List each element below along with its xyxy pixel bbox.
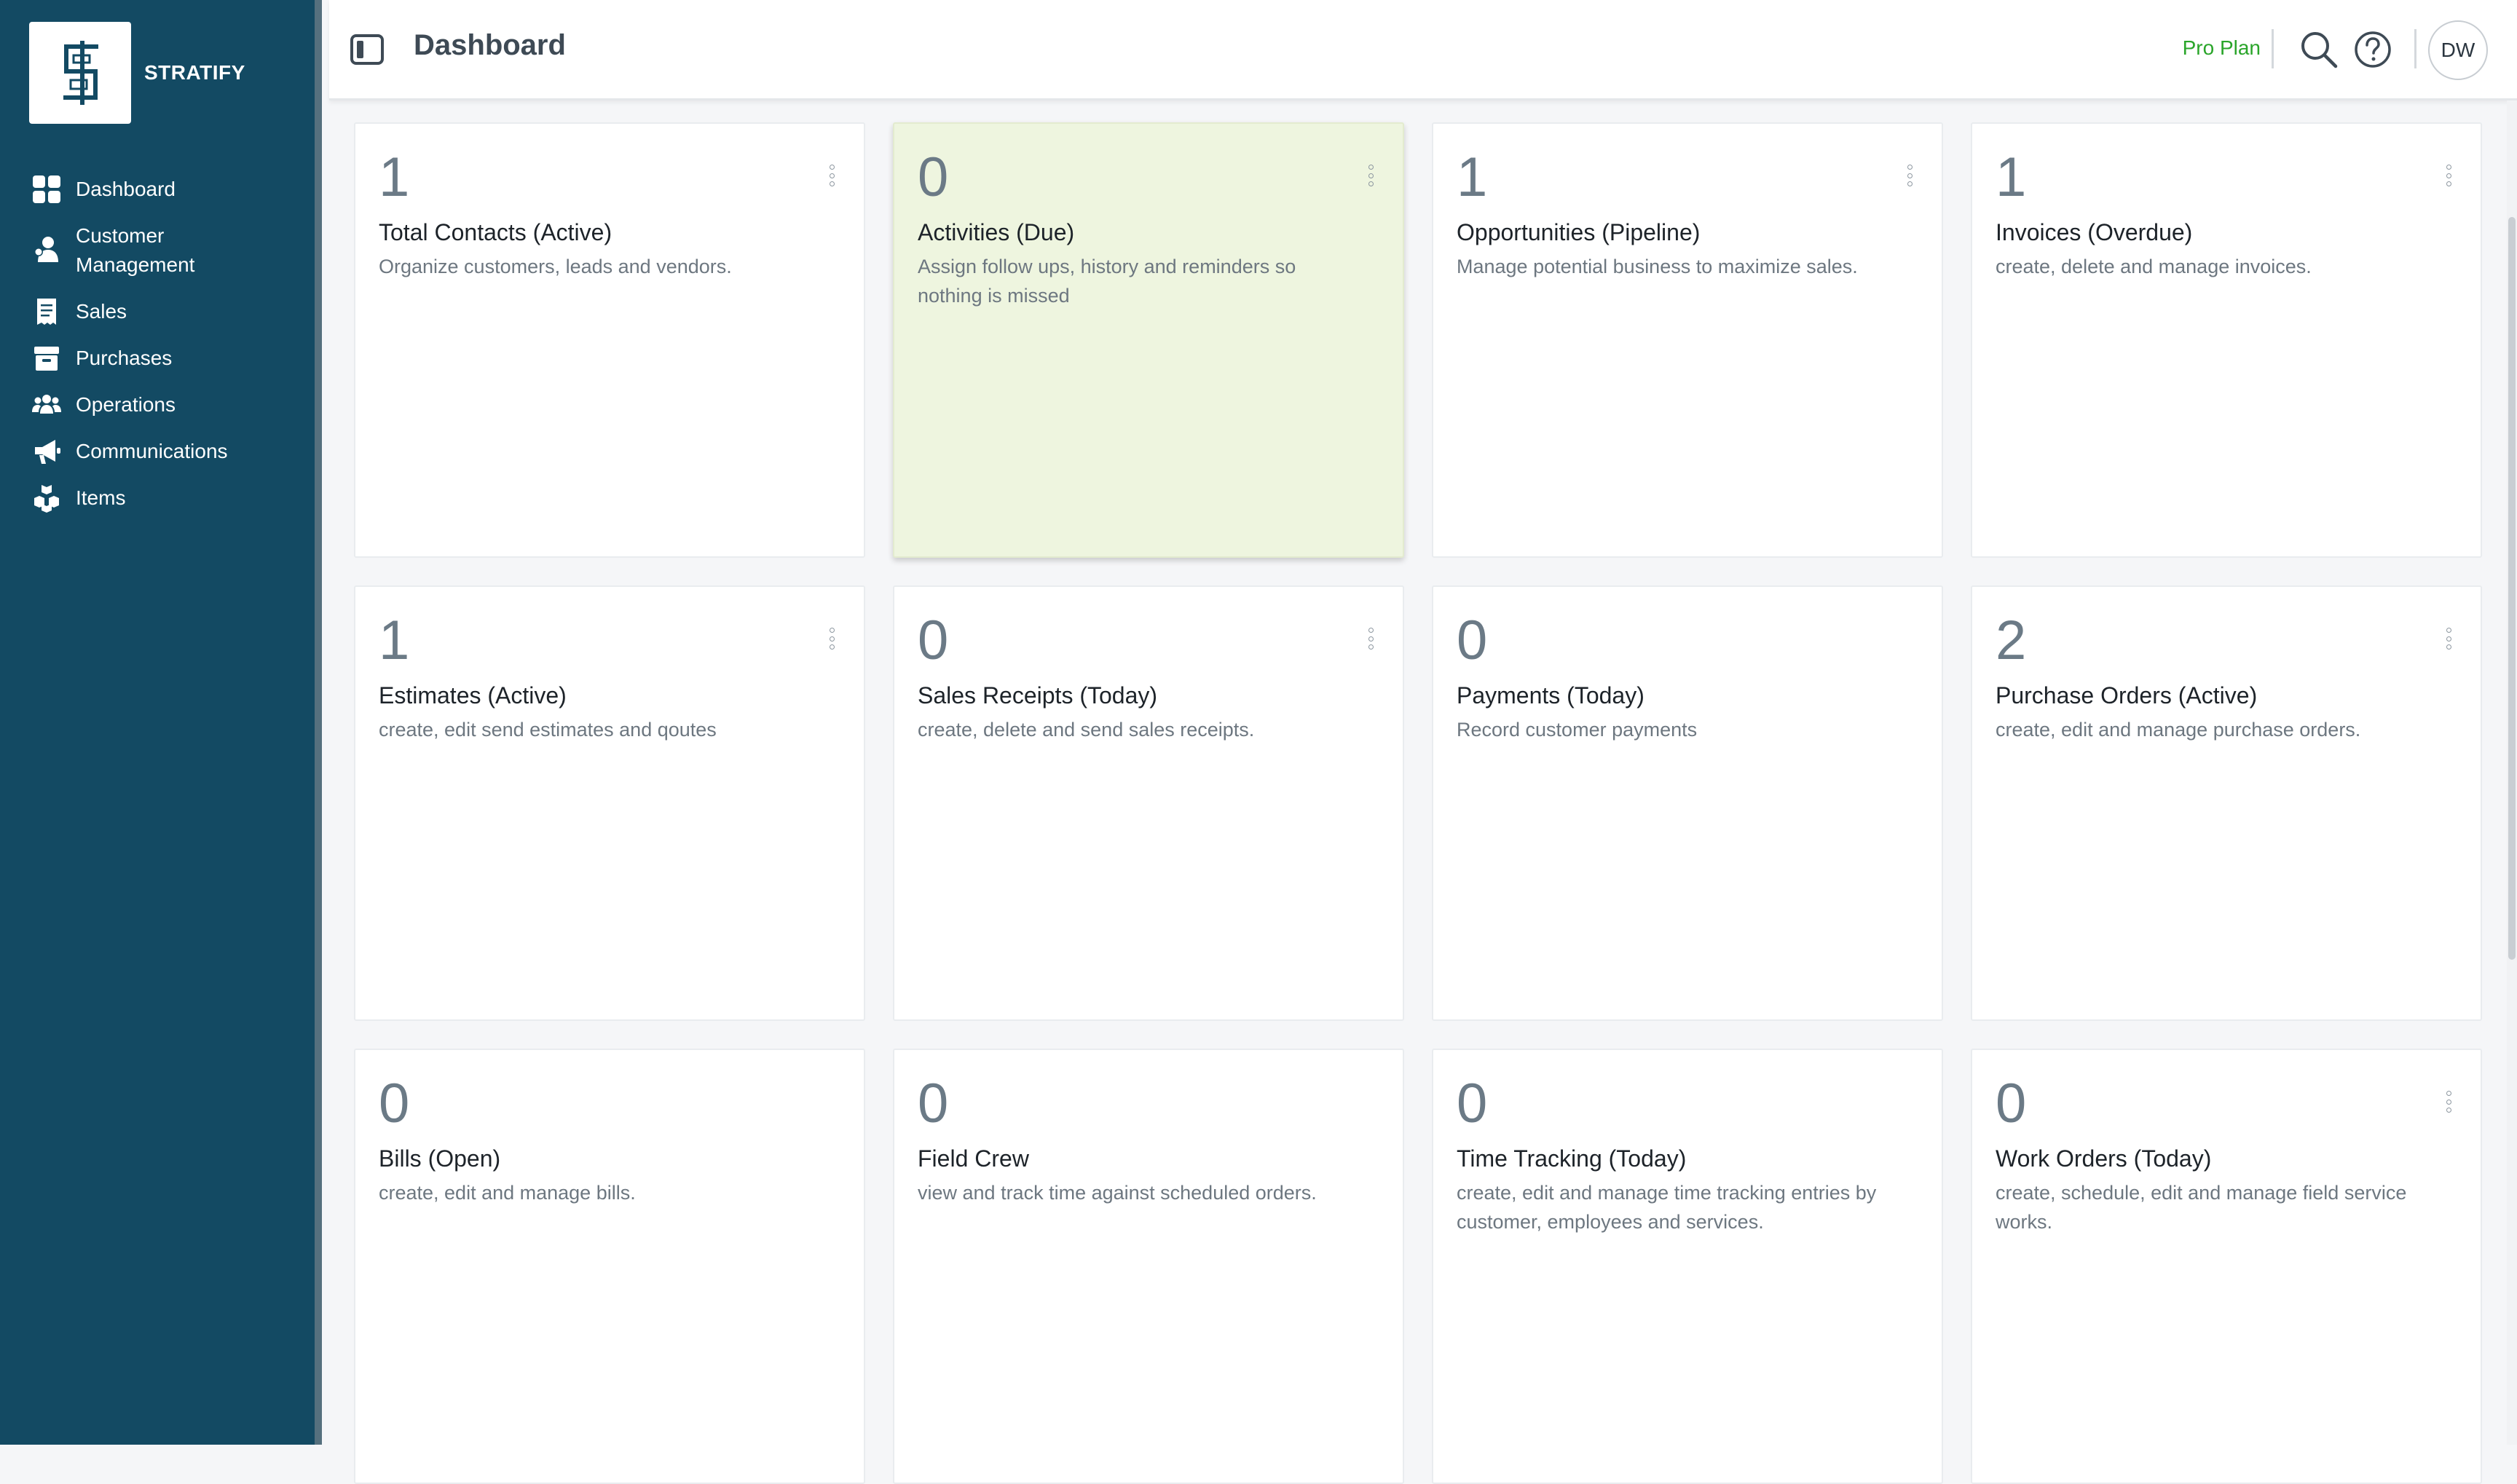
card-description: create, edit and manage bills. <box>379 1182 636 1204</box>
card-title: Activities (Due) <box>918 219 1075 245</box>
card-description: Assign follow ups, history and reminders… <box>918 256 1296 307</box>
card-title: Estimates (Active) <box>379 682 567 709</box>
card-count: 0 <box>918 1073 949 1134</box>
card-estimates[interactable]: 1 Estimates (Active) create, edit send e… <box>354 585 865 1021</box>
kebab-menu-icon[interactable] <box>2443 165 2454 186</box>
plan-badge[interactable]: Pro Plan <box>2183 36 2261 60</box>
card-count: 1 <box>1996 146 2027 208</box>
avatar[interactable]: DW <box>2428 20 2488 80</box>
top-header: Dashboard Pro Plan DW <box>329 0 2517 100</box>
card-work-orders[interactable]: 0 Work Orders (Today) create, schedule, … <box>1971 1049 2482 1484</box>
card-count: 0 <box>1457 609 1488 671</box>
megaphone-icon <box>32 437 64 466</box>
boxes-icon <box>32 484 64 513</box>
card-invoices[interactable]: 1 Invoices (Overdue) create, delete and … <box>1971 122 2482 558</box>
card-bills[interactable]: 0 Bills (Open) create, edit and manage b… <box>354 1049 865 1484</box>
sidebar-item-purchases[interactable]: Purchases <box>0 335 315 382</box>
sidebar-toggle-icon[interactable] <box>350 33 385 66</box>
header-divider <box>2414 29 2416 68</box>
sidebar-item-label: Dashboard <box>76 178 176 200</box>
header-divider <box>2272 29 2274 68</box>
kebab-menu-icon[interactable] <box>2443 628 2454 650</box>
card-title: Total Contacts (Active) <box>379 219 612 245</box>
card-description: view and track time against scheduled or… <box>918 1182 1317 1204</box>
card-title: Field Crew <box>918 1145 1029 1172</box>
sidebar: STRATIFY Dashboard Customer Management S… <box>0 0 322 1445</box>
page-title: Dashboard <box>414 29 566 61</box>
sidebar-item-label: Customer Management <box>76 224 195 276</box>
card-opportunities[interactable]: 1 Opportunities (Pipeline) Manage potent… <box>1432 122 1943 558</box>
search-icon[interactable] <box>2299 29 2339 70</box>
card-description: create, schedule, edit and manage field … <box>1996 1182 2407 1233</box>
card-count: 0 <box>918 609 949 671</box>
kebab-menu-icon[interactable] <box>2443 1091 2454 1113</box>
card-description: create, delete and manage invoices. <box>1996 256 2312 277</box>
customer-icon <box>32 234 64 264</box>
sidebar-item-operations[interactable]: Operations <box>0 382 315 428</box>
card-description: Manage potential business to maximize sa… <box>1457 256 1858 277</box>
card-description: Record customer payments <box>1457 719 1698 741</box>
card-count: 0 <box>1996 1073 2027 1134</box>
card-field-crew[interactable]: 0 Field Crew view and track time against… <box>893 1049 1404 1484</box>
sidebar-item-label: Purchases <box>76 347 173 369</box>
sidebar-item-dashboard[interactable]: Dashboard <box>0 166 315 213</box>
card-title: Payments (Today) <box>1457 682 1644 709</box>
receipt-icon <box>32 297 64 326</box>
card-title: Sales Receipts (Today) <box>918 682 1158 709</box>
scrollbar[interactable] <box>2507 100 2517 1445</box>
card-description: create, edit and manage time tracking en… <box>1457 1182 1877 1233</box>
card-title: Invoices (Overdue) <box>1996 219 2193 245</box>
dashboard-card-grid: 1 Total Contacts (Active) Organize custo… <box>354 122 2485 1484</box>
help-icon[interactable] <box>2352 29 2393 70</box>
brand[interactable]: STRATIFY <box>29 22 245 124</box>
sidebar-item-label: Communications <box>76 440 228 462</box>
card-title: Bills (Open) <box>379 1145 501 1172</box>
card-activities[interactable]: 0 Activities (Due) Assign follow ups, hi… <box>893 122 1404 558</box>
card-sales-receipts[interactable]: 0 Sales Receipts (Today) create, delete … <box>893 585 1404 1021</box>
stratify-logo-icon <box>29 22 131 124</box>
card-count: 2 <box>1996 609 2027 671</box>
card-count: 0 <box>918 146 949 208</box>
sidebar-item-label: Operations <box>76 393 176 416</box>
card-purchase-orders[interactable]: 2 Purchase Orders (Active) create, edit … <box>1971 585 2482 1021</box>
scrollbar-thumb[interactable] <box>2508 217 2516 960</box>
dashboard-main: 1 Total Contacts (Active) Organize custo… <box>354 122 2485 1484</box>
card-total-contacts[interactable]: 1 Total Contacts (Active) Organize custo… <box>354 122 865 558</box>
sidebar-nav: Dashboard Customer Management Sales Purc… <box>0 166 315 521</box>
card-description: create, delete and send sales receipts. <box>918 719 1255 741</box>
card-count: 1 <box>379 609 410 671</box>
sidebar-item-items[interactable]: Items <box>0 475 315 521</box>
card-count: 0 <box>379 1073 410 1134</box>
card-count: 0 <box>1457 1073 1488 1134</box>
sidebar-item-sales[interactable]: Sales <box>0 288 315 335</box>
card-title: Time Tracking (Today) <box>1457 1145 1687 1172</box>
kebab-menu-icon[interactable] <box>826 165 838 186</box>
card-payments[interactable]: 0 Payments (Today) Record customer payme… <box>1432 585 1943 1021</box>
kebab-menu-icon[interactable] <box>1365 165 1376 186</box>
team-icon <box>32 390 64 419</box>
card-title: Purchase Orders (Active) <box>1996 682 2258 709</box>
card-description: create, edit and manage purchase orders. <box>1996 719 2361 741</box>
brand-name: STRATIFY <box>144 61 245 84</box>
sidebar-item-label: Sales <box>76 300 127 323</box>
box-icon <box>32 344 64 373</box>
card-time-tracking[interactable]: 0 Time Tracking (Today) create, edit and… <box>1432 1049 1943 1484</box>
card-description: Organize customers, leads and vendors. <box>379 256 732 277</box>
card-count: 1 <box>379 146 410 208</box>
kebab-menu-icon[interactable] <box>1365 628 1376 650</box>
kebab-menu-icon[interactable] <box>1904 165 1915 186</box>
sidebar-item-label: Items <box>76 486 126 509</box>
card-title: Work Orders (Today) <box>1996 1145 2212 1172</box>
sidebar-item-customer-management[interactable]: Customer Management <box>0 213 315 288</box>
card-title: Opportunities (Pipeline) <box>1457 219 1701 245</box>
kebab-menu-icon[interactable] <box>826 628 838 650</box>
card-count: 1 <box>1457 146 1488 208</box>
grid-icon <box>32 175 64 204</box>
card-description: create, edit send estimates and qoutes <box>379 719 717 741</box>
sidebar-item-communications[interactable]: Communications <box>0 428 315 475</box>
